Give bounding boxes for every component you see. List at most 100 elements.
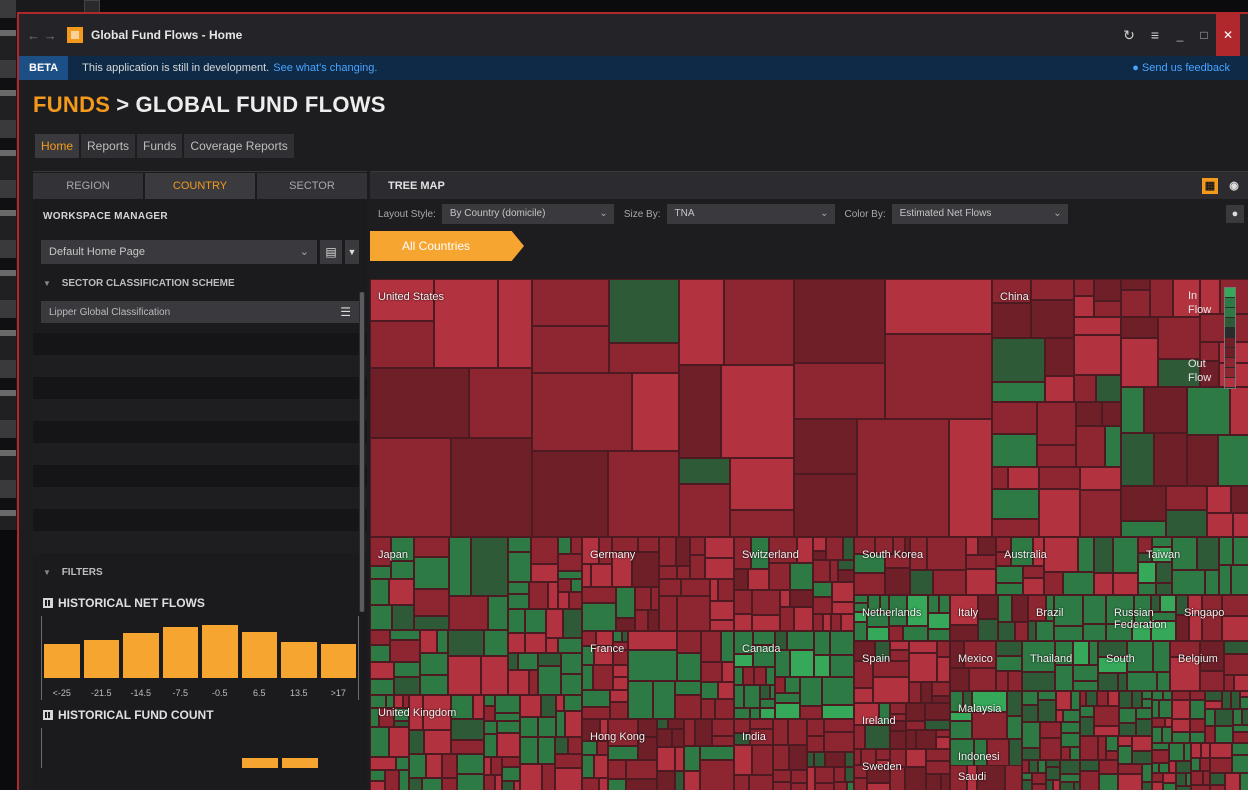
- treemap-cell[interactable]: [724, 279, 794, 365]
- treemap-cell[interactable]: [1040, 738, 1061, 760]
- treemap-cell[interactable]: [1060, 782, 1074, 790]
- treemap-cell[interactable]: [1152, 537, 1172, 547]
- treemap-cell[interactable]: [437, 630, 448, 653]
- treemap-cell[interactable]: [555, 768, 582, 790]
- treemap-cell[interactable]: [1240, 697, 1248, 709]
- treemap-cell[interactable]: [677, 596, 710, 631]
- treemap-cell[interactable]: [484, 775, 495, 790]
- treemap-cell[interactable]: [1073, 681, 1098, 691]
- treemap-cell[interactable]: [582, 755, 594, 778]
- treemap-cell[interactable]: [635, 587, 651, 610]
- treemap-cell[interactable]: [442, 778, 457, 790]
- globe-icon[interactable]: ◉: [1226, 178, 1242, 194]
- refresh-icon[interactable]: ↻: [1116, 27, 1142, 44]
- treemap-cell[interactable]: [715, 699, 734, 719]
- treemap-cell[interactable]: [529, 582, 548, 609]
- treemap-cell[interactable]: [1200, 671, 1224, 691]
- treemap-country-block[interactable]: Saudi: [950, 765, 1022, 790]
- treemap-cell[interactable]: [422, 778, 442, 790]
- treemap-cell[interactable]: [992, 402, 1037, 434]
- treemap-cell[interactable]: [992, 382, 1045, 402]
- treemap-cell[interactable]: [890, 703, 906, 714]
- treemap-cell[interactable]: [1038, 700, 1056, 722]
- treemap-cell[interactable]: [484, 695, 495, 706]
- treemap-cell[interactable]: [582, 778, 599, 790]
- treemap-cell[interactable]: [558, 638, 582, 653]
- treemap-cell[interactable]: [1106, 751, 1118, 760]
- treemap-cell[interactable]: [950, 668, 969, 691]
- treemap-cell[interactable]: [814, 631, 830, 655]
- treemap-cell[interactable]: [1218, 435, 1248, 486]
- treemap-cell[interactable]: [677, 566, 690, 579]
- treemap-cell[interactable]: [449, 537, 471, 596]
- treemap-cell[interactable]: [1159, 763, 1169, 773]
- treemap-cell[interactable]: [1039, 467, 1080, 489]
- treemap-cell[interactable]: [1008, 467, 1039, 489]
- treemap-cell[interactable]: [448, 630, 484, 656]
- treemap-cell[interactable]: [471, 537, 508, 596]
- treemap-cell[interactable]: [451, 438, 532, 537]
- treemap-cell[interactable]: [1190, 691, 1205, 700]
- treemap-cell[interactable]: [800, 677, 822, 706]
- treemap-cell[interactable]: [769, 563, 790, 590]
- treemap-cell[interactable]: [597, 741, 608, 755]
- grid-view-icon[interactable]: ▦: [1202, 177, 1218, 194]
- treemap-cell[interactable]: [582, 587, 616, 603]
- treemap-cell[interactable]: [370, 645, 390, 662]
- treemap-cell[interactable]: [791, 783, 807, 790]
- treemap-cell[interactable]: [1044, 537, 1078, 572]
- treemap-cell[interactable]: [910, 570, 933, 595]
- treemap-country-block[interactable]: Malaysia: [950, 691, 1022, 739]
- treemap-cell[interactable]: [420, 675, 448, 695]
- treemap-cell[interactable]: [582, 564, 591, 587]
- treemap-cell[interactable]: [1121, 387, 1144, 433]
- treemap-cell[interactable]: [814, 752, 825, 767]
- treemap-cell[interactable]: [705, 558, 734, 579]
- treemap-cell[interactable]: [1162, 727, 1172, 743]
- treemap-cell[interactable]: [760, 699, 775, 708]
- treemap-country-block[interactable]: Ireland: [854, 703, 950, 749]
- treemap-cell[interactable]: [525, 609, 546, 633]
- treemap-cell[interactable]: [448, 656, 481, 695]
- layout-style-dropdown[interactable]: By Country (domicile) ⌄: [441, 204, 614, 224]
- treemap-cell[interactable]: [370, 438, 451, 537]
- treemap-cell[interactable]: [565, 711, 582, 737]
- treemap-cell[interactable]: [712, 736, 734, 746]
- treemap-cell[interactable]: [813, 560, 830, 582]
- treemap-cell[interactable]: [1056, 691, 1071, 710]
- treemap-cell[interactable]: [1156, 562, 1172, 583]
- treemap-cell[interactable]: [773, 770, 791, 782]
- treemap-country-block[interactable]: Russian Federation: [1106, 595, 1176, 641]
- treemap-country-block[interactable]: India: [734, 719, 854, 790]
- treemap-cell[interactable]: [905, 767, 926, 790]
- treemap-cell[interactable]: [721, 365, 794, 458]
- treemap-cell[interactable]: [568, 737, 582, 754]
- treemap-cell[interactable]: [426, 754, 442, 778]
- treemap-cell[interactable]: [701, 699, 715, 719]
- treemap-cell[interactable]: [876, 749, 890, 760]
- treemap-cell[interactable]: [1012, 595, 1028, 622]
- treemap-cell[interactable]: [420, 630, 437, 653]
- treemap-cell[interactable]: [424, 730, 451, 754]
- treemap-cell[interactable]: [571, 537, 582, 554]
- treemap-cell[interactable]: [936, 730, 950, 737]
- treemap-cell[interactable]: [722, 662, 734, 682]
- treemap-cell[interactable]: [538, 653, 561, 666]
- treemap-cell[interactable]: [906, 749, 926, 767]
- treemap-cell[interactable]: [794, 279, 885, 363]
- treemap-cell[interactable]: [609, 343, 679, 373]
- treemap-cell[interactable]: [854, 749, 861, 765]
- treemap-cell[interactable]: [1191, 771, 1203, 785]
- treemap-cell[interactable]: [613, 677, 628, 690]
- treemap-cell[interactable]: [1080, 706, 1094, 717]
- treemap-cell[interactable]: [867, 627, 889, 641]
- treemap-cell[interactable]: [838, 570, 854, 582]
- treemap-cell[interactable]: [675, 681, 701, 695]
- treemap-cell[interactable]: [1080, 717, 1094, 736]
- treemap-cell[interactable]: [1118, 736, 1132, 746]
- treemap-cell[interactable]: [1094, 537, 1113, 573]
- treemap-cell[interactable]: [1172, 719, 1190, 732]
- treemap-cell[interactable]: [752, 615, 780, 631]
- treemap-cell[interactable]: [520, 695, 541, 717]
- treemap-cell[interactable]: [1121, 433, 1154, 486]
